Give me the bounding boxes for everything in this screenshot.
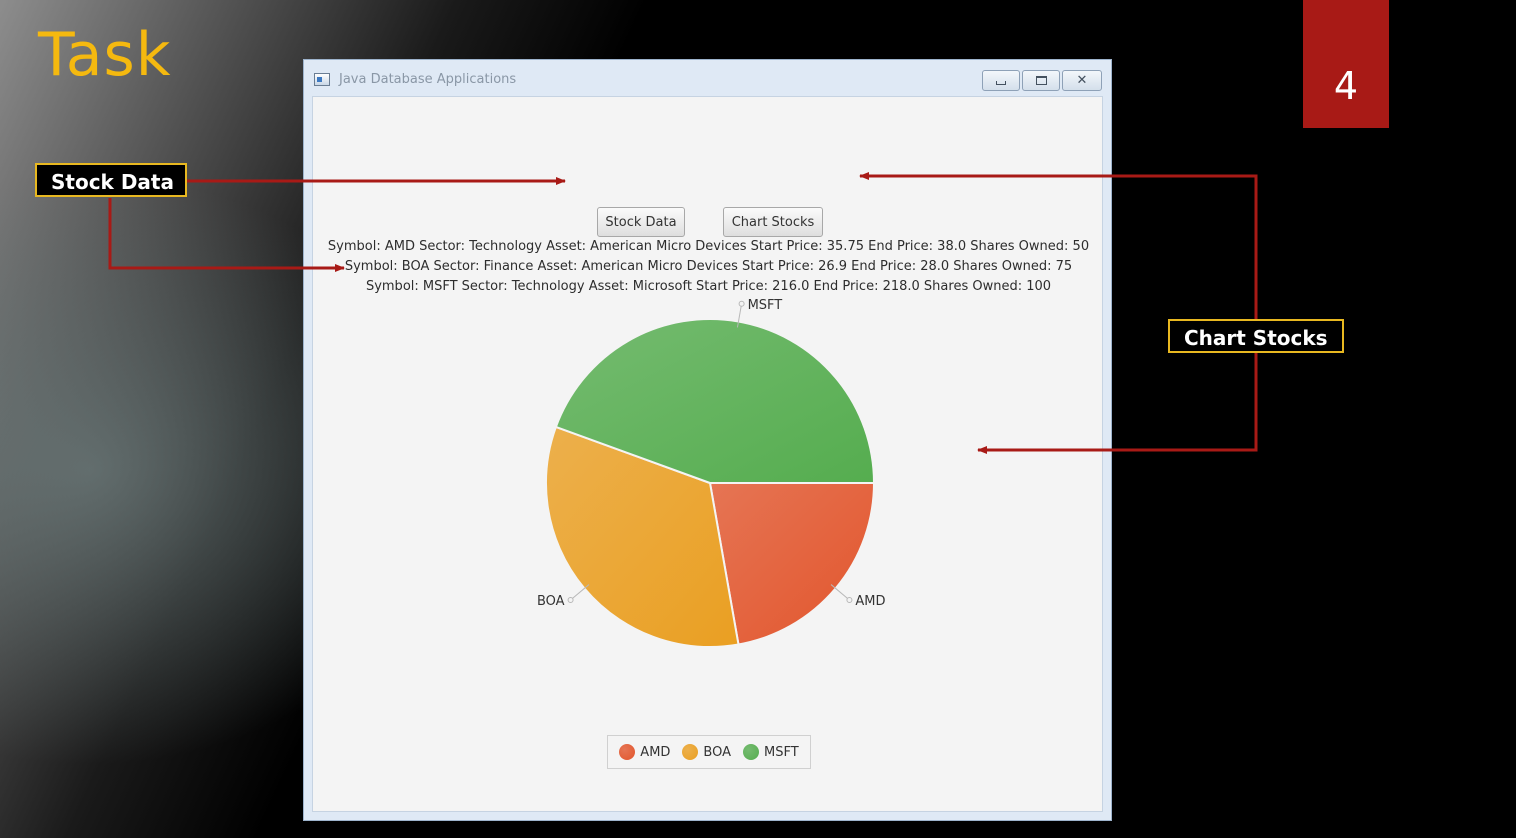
legend-item-msft: MSFT (743, 744, 799, 760)
callout-stock-data: Stock Data (35, 163, 187, 197)
legend-label-boa: BOA (703, 744, 732, 760)
pie-label-boa: BOA (537, 594, 565, 609)
slide-number: 4 (1303, 0, 1389, 128)
minimize-icon (996, 80, 1006, 85)
legend-item-amd: AMD (619, 744, 670, 760)
maximize-button[interactable] (1022, 70, 1060, 91)
app-icon (314, 73, 330, 86)
legend-symbol-msft (743, 744, 760, 760)
pie-label-amd: AMD (855, 594, 885, 609)
content-area: Stock Data Chart Stocks Symbol: AMD Sect… (312, 96, 1103, 812)
title-bar[interactable]: Java Database Applications ✕ (304, 60, 1111, 96)
chart-legend: AMD BOA MSFT (607, 735, 811, 769)
legend-label-msft: MSFT (764, 744, 799, 760)
maximize-icon (1035, 76, 1047, 85)
pie-label-dot-msft (738, 300, 745, 307)
pie-label-msft: MSFT (748, 298, 783, 313)
pie-label-dot-amd (846, 596, 853, 603)
minimize-button[interactable] (982, 70, 1020, 91)
legend-symbol-amd (619, 744, 636, 760)
pie-label-line-amd (830, 584, 850, 601)
pie-label-dot-boa (567, 596, 574, 603)
legend-label-amd: AMD (640, 744, 671, 760)
callout-chart-stocks: Chart Stocks (1168, 319, 1344, 353)
pie-chart: AMD BOA MSFT (537, 298, 886, 648)
app-window: Java Database Applications ✕ Stock Data … (303, 59, 1112, 821)
close-button[interactable]: ✕ (1062, 70, 1102, 91)
legend-item-boa: BOA (682, 744, 731, 760)
window-title: Java Database Applications (339, 72, 517, 87)
close-icon: ✕ (1076, 73, 1088, 88)
legend-symbol-boa (682, 744, 699, 760)
slide-title: Task (38, 20, 172, 90)
pie-label-line-boa (570, 584, 590, 601)
